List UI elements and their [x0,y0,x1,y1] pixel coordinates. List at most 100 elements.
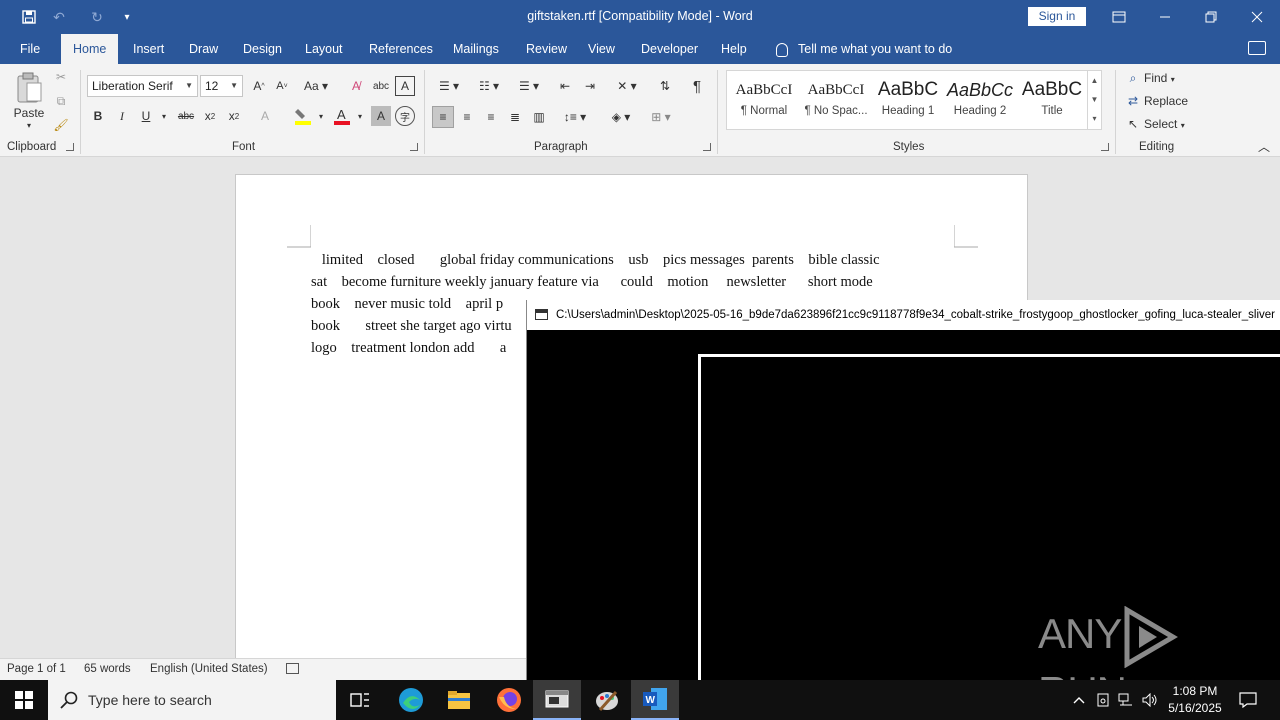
scroll-up-icon[interactable]: ▲ [1088,71,1101,90]
format-painter-icon[interactable]: 🖌 [52,116,70,134]
task-view-icon[interactable] [336,680,384,720]
highlight-color-icon[interactable] [292,106,314,126]
console-title-bar[interactable]: C:\Users\admin\Desktop\2025-05-16_b9de7d… [527,300,1280,330]
network-icon[interactable] [1115,680,1137,720]
tab-layout[interactable]: Layout [303,34,345,64]
line-spacing-icon[interactable]: ↕≡ ▾ [558,106,592,128]
undo-icon[interactable]: ↶ [48,6,70,28]
bold-icon[interactable]: B [89,106,107,126]
show-hidden-icons[interactable] [1068,680,1090,720]
font-size-combo[interactable]: 12 ▼ [200,75,243,97]
replace-button[interactable]: ⇄ Replace [1126,94,1188,108]
tab-help[interactable]: Help [719,34,749,64]
system-clock[interactable]: 1:08 PM 5/16/2025 [1160,683,1230,717]
phonetic-guide-icon[interactable]: abc [371,76,391,96]
tell-me-search[interactable]: Tell me what you want to do [776,34,952,64]
word-count[interactable]: 65 words [84,663,131,675]
redo-icon[interactable]: ↻ [86,6,108,28]
page-count[interactable]: Page 1 of 1 [7,663,66,675]
paste-dropdown-icon[interactable]: ▾ [24,120,34,130]
show-formatting-marks-icon[interactable]: ¶ [687,76,707,96]
underline-dropdown-icon[interactable]: ▾ [158,106,170,126]
copy-icon[interactable]: ⧉ [52,92,70,110]
sign-in-button[interactable]: Sign in [1028,7,1086,26]
distributed-icon[interactable]: ▥ [528,106,550,128]
device-icon[interactable] [1092,680,1114,720]
collapse-ribbon-icon[interactable]: ︿ [1254,138,1274,154]
styles-gallery-scroll[interactable]: ▲ ▼ ▾ [1087,71,1101,129]
paint-icon[interactable] [583,680,631,720]
start-button[interactable] [0,680,48,720]
align-right-icon[interactable]: ≡ [480,106,502,128]
scroll-down-icon[interactable]: ▼ [1088,90,1101,109]
font-color-dropdown-icon[interactable]: ▾ [354,106,366,126]
tab-insert[interactable]: Insert [131,34,166,64]
paste-icon[interactable] [14,70,44,106]
more-styles-icon[interactable]: ▾ [1088,109,1101,128]
comments-icon[interactable] [1248,41,1266,55]
clear-formatting-icon[interactable]: A̸ [346,76,366,96]
tab-home[interactable]: Home [61,34,119,64]
tab-draw[interactable]: Draw [187,34,220,64]
italic-icon[interactable]: I [113,106,131,126]
tab-view[interactable]: View [586,34,617,64]
highlight-dropdown-icon[interactable]: ▾ [315,106,327,126]
tab-mailings[interactable]: Mailings [451,34,501,64]
tab-design[interactable]: Design [241,34,284,64]
volume-icon[interactable] [1139,680,1161,720]
borders-icon[interactable]: ⊞ ▾ [644,106,678,128]
grow-font-icon[interactable]: A ^ [250,76,268,96]
underline-icon[interactable]: U [137,106,155,126]
tab-developer[interactable]: Developer [639,34,700,64]
restore-button[interactable] [1188,0,1234,34]
sort-icon[interactable]: ⇅ [655,76,675,96]
style-title[interactable]: AaBbC Title [1016,75,1088,117]
edge-icon[interactable] [387,680,435,720]
taskbar-search[interactable]: Type here to search [48,680,336,720]
select-button[interactable]: ↖ Select ▾ [1126,117,1185,131]
numbering-icon[interactable]: ☷ ▾ [472,76,506,96]
character-border-icon[interactable]: A [395,76,415,96]
shading-icon[interactable]: ◈ ▾ [604,106,638,128]
change-case-icon[interactable]: Aa ▾ [302,76,330,96]
tab-file[interactable]: File [18,34,42,64]
bullets-icon[interactable]: ☰ ▾ [432,76,466,96]
text-effects-icon[interactable]: A [254,106,276,126]
file-explorer-icon[interactable] [435,680,483,720]
style-heading-2[interactable]: AaBbCc Heading 2 [944,75,1016,117]
save-icon[interactable] [18,6,40,28]
word-taskbar-icon[interactable]: W [631,680,679,720]
justify-icon[interactable]: ≣ [504,106,526,128]
tab-review[interactable]: Review [524,34,569,64]
subscript-icon[interactable]: x2 [200,106,220,126]
character-shading-icon[interactable]: A [371,106,391,126]
font-launcher-icon[interactable] [410,143,418,151]
font-color-icon[interactable]: A [331,106,353,126]
ribbon-display-options-icon[interactable] [1096,0,1142,34]
strikethrough-icon[interactable]: abc [176,106,196,126]
font-name-combo[interactable]: Liberation Serif ▼ [87,75,198,97]
clipboard-launcher-icon[interactable] [66,143,74,151]
find-button[interactable]: ⌕ Find ▾ [1126,71,1175,86]
paste-button[interactable]: Paste [12,106,46,120]
style-normal[interactable]: AaBbCcI ¶ Normal [728,75,800,117]
enclose-characters-icon[interactable]: 字 [395,106,415,126]
align-left-icon[interactable]: ≡ [432,106,454,128]
cut-icon[interactable]: ✂ [52,68,70,86]
superscript-icon[interactable]: x2 [224,106,244,126]
styles-launcher-icon[interactable] [1101,143,1109,151]
increase-indent-icon[interactable]: ⇥ [580,76,600,96]
console-taskbar-icon[interactable] [533,680,581,720]
align-center-icon[interactable]: ≡ [456,106,478,128]
customize-toolbar-icon[interactable]: ▾ [116,6,138,28]
multilevel-list-icon[interactable]: ☰ ▾ [512,76,546,96]
close-button[interactable] [1234,0,1280,34]
minimize-button[interactable] [1142,0,1188,34]
paragraph-launcher-icon[interactable] [703,143,711,151]
style-no-spacing[interactable]: AaBbCcI ¶ No Spac... [800,75,872,117]
notifications-icon[interactable] [1234,680,1262,720]
style-heading-1[interactable]: AaBbC Heading 1 [872,75,944,117]
language-indicator[interactable]: English (United States) [150,663,268,675]
firefox-icon[interactable] [485,680,533,720]
accessibility-icon[interactable] [286,663,299,674]
